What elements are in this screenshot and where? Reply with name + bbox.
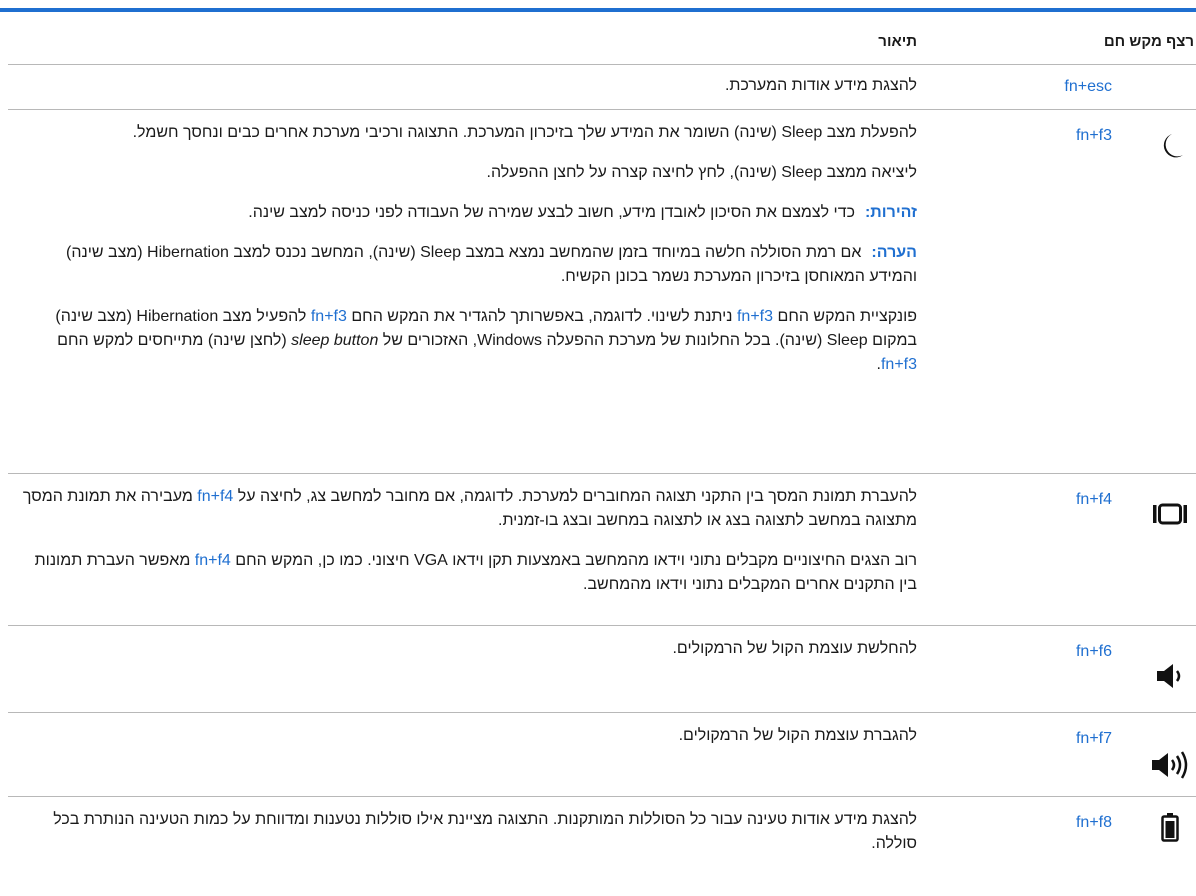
hotkey-table: רצף מקש חם תיאור fn+esc להצגת מידע אודות… [8,12,1196,887]
description-text: להעברת תמונת המסך בין התקני תצוגה המחובר… [17,485,917,533]
table-header: רצף מקש חם תיאור [8,12,1196,65]
italic-term: sleep button [291,332,379,349]
hotkey-fn-esc: fn+esc [1064,78,1112,95]
row-description: להצגת מידע אודות המערכת. [17,74,917,98]
battery-icon [1150,807,1190,847]
moon-icon [1150,126,1190,166]
text-run: פונקציית המקש החם [773,308,917,325]
text-run: רוב הצגים החיצוניים מקבלים נתוני וידאו מ… [230,552,917,569]
header-key-sequence: רצף מקש חם [1103,33,1194,50]
hotkey-link[interactable]: fn+f4 [197,488,233,505]
caution-label: זהירות: [864,204,917,221]
hotkey-fn-f4: fn+f4 [1075,491,1112,508]
table-row: fn+f7 להגברת עוצמת הקול של הרמקולים. [8,713,1196,797]
description-text: ליציאה ממצב Sleep (שינה), לחץ לחיצה קצרה… [486,164,917,181]
caution-paragraph: זהירות: כדי לצמצם את הסיכון לאובדן מידע, … [17,201,917,225]
description-text: להגברת עוצמת הקול של הרמקולים. [678,727,917,744]
description-text: להפעלת מצב Sleep (שינה) השומר את המידע ש… [132,124,917,141]
table-row: fn+esc להצגת מידע אודות המערכת. [8,65,1196,110]
hotkey-link[interactable]: fn+f4 [195,552,231,569]
hotkey-fn-f8: fn+f8 [1075,814,1112,831]
description-text: להצגת מידע אודות המערכת. [724,77,917,94]
hotkey-fn-f3: fn+f3 [1075,127,1112,144]
description-text: פונקציית המקש החם fn+f3 ניתנת לשינוי. לד… [17,305,917,377]
note-label: הערה: [871,244,917,261]
description-text: להחלשת עוצמת הקול של הרמקולים. [672,640,917,657]
hotkey-link[interactable]: fn+f3 [737,308,773,325]
volume-down-icon [1150,656,1190,696]
description-text: להצגת מידע אודות טעינה עבור כל הסוללות ה… [53,811,917,852]
table-row: fn+f6 להחלשת עוצמת הקול של הרמקולים. [8,626,1196,713]
row-description: להעברת תמונת המסך בין התקני תצוגה המחובר… [17,485,917,597]
hotkey-link[interactable]: fn+f3 [881,356,917,373]
display-switch-icon [1150,494,1190,534]
hotkey-fn-f6: fn+f6 [1075,643,1112,660]
table-row: fn+f3 להפעלת מצב Sleep (שינה) השומר את ה… [8,110,1196,474]
row-description: להצגת מידע אודות טעינה עבור כל הסוללות ה… [17,808,917,856]
volume-up-icon [1146,745,1194,785]
hotkey-link[interactable]: fn+f3 [311,308,347,325]
note-paragraph: הערה:אם רמת הסוללה חלשה במיוחד בזמן שהמח… [17,241,917,289]
row-description: להפעלת מצב Sleep (שינה) השומר את המידע ש… [17,121,917,377]
row-description: להחלשת עוצמת הקול של הרמקולים. [17,637,917,661]
header-description: תיאור [878,33,917,50]
table-row: fn+f8 להצגת מידע אודות טעינה עבור כל הסו… [8,797,1196,887]
text-run: (לחצן שינה) מתייחסים למקש החם [57,332,292,349]
text-run: ניתנת לשינוי. לדוגמה, באפשרותך להגדיר את… [346,308,737,325]
note-text: אם רמת הסוללה חלשה במיוחד בזמן שהמחשב נמ… [66,244,917,285]
caution-text: כדי לצמצם את הסיכון לאובדן מידע, חשוב לב… [248,204,855,221]
text-run: להעברת תמונת המסך בין התקני תצוגה המחובר… [233,488,917,505]
description-text: רוב הצגים החיצוניים מקבלים נתוני וידאו מ… [17,549,917,597]
row-description: להגברת עוצמת הקול של הרמקולים. [17,724,917,748]
table-row: fn+f4 להעברת תמונת המסך בין התקני תצוגה … [8,474,1196,626]
hotkey-fn-f7: fn+f7 [1075,730,1112,747]
